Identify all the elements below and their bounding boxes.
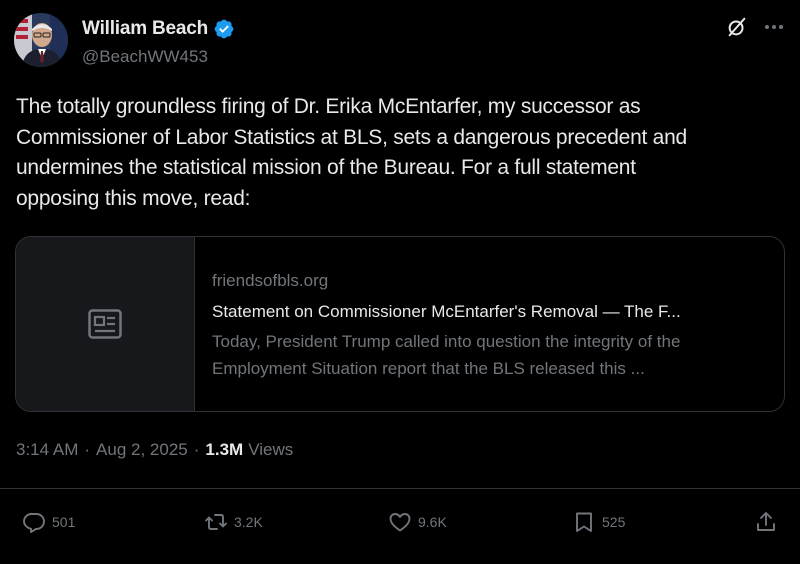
bookmark-button[interactable]: 525 [572, 509, 625, 535]
bookmark-icon [576, 512, 592, 532]
card-domain: friendsofbls.org [212, 271, 329, 290]
grok-icon[interactable] [726, 16, 748, 38]
verified-badge-icon [213, 18, 235, 40]
author-name-row[interactable]: William Beach [82, 18, 235, 40]
heart-icon [389, 513, 411, 532]
author-display-name[interactable]: William Beach [82, 18, 208, 40]
card-title: Statement on Commissioner McEntarfer's R… [212, 302, 681, 321]
repost-button[interactable]: 3.2K [204, 509, 263, 535]
views-label: Views [248, 440, 294, 459]
reply-button[interactable]: 501 [22, 509, 75, 535]
share-button[interactable] [754, 509, 778, 535]
repost-count: 3.2K [234, 514, 263, 530]
reply-icon [23, 513, 45, 533]
like-button[interactable]: 9.6K [388, 509, 447, 535]
article-icon [88, 309, 122, 339]
bookmark-count: 525 [602, 514, 626, 530]
tweet-date[interactable]: Aug 2, 2025 [96, 440, 188, 460]
tweet-meta: 3:14 AM · Aug 2, 2025 · 1.3M Views [16, 440, 293, 460]
divider [0, 488, 800, 489]
more-options-icon[interactable] [762, 16, 786, 38]
avatar[interactable] [14, 13, 68, 67]
tweet-time[interactable]: 3:14 AM [16, 440, 78, 460]
card-body[interactable]: friendsofbls.org Statement on Commission… [212, 269, 772, 382]
reply-count: 501 [52, 514, 76, 530]
link-preview-card[interactable]: friendsofbls.org Statement on Commission… [15, 236, 785, 412]
card-thumbnail[interactable] [16, 237, 195, 411]
like-count: 9.6K [418, 514, 447, 530]
views-count: 1.3M [205, 440, 244, 459]
repost-icon [205, 514, 227, 530]
meta-separator: · [193, 440, 200, 459]
author-handle[interactable]: @BeachWW453 [82, 47, 208, 67]
card-description: Today, President Trump called into quest… [212, 332, 681, 378]
tweet-text: The totally groundless firing of Dr. Eri… [16, 95, 687, 210]
meta-separator: · [84, 440, 91, 459]
share-icon [757, 512, 775, 531]
tweet: William Beach @BeachWW453 The totally gr… [0, 0, 800, 564]
